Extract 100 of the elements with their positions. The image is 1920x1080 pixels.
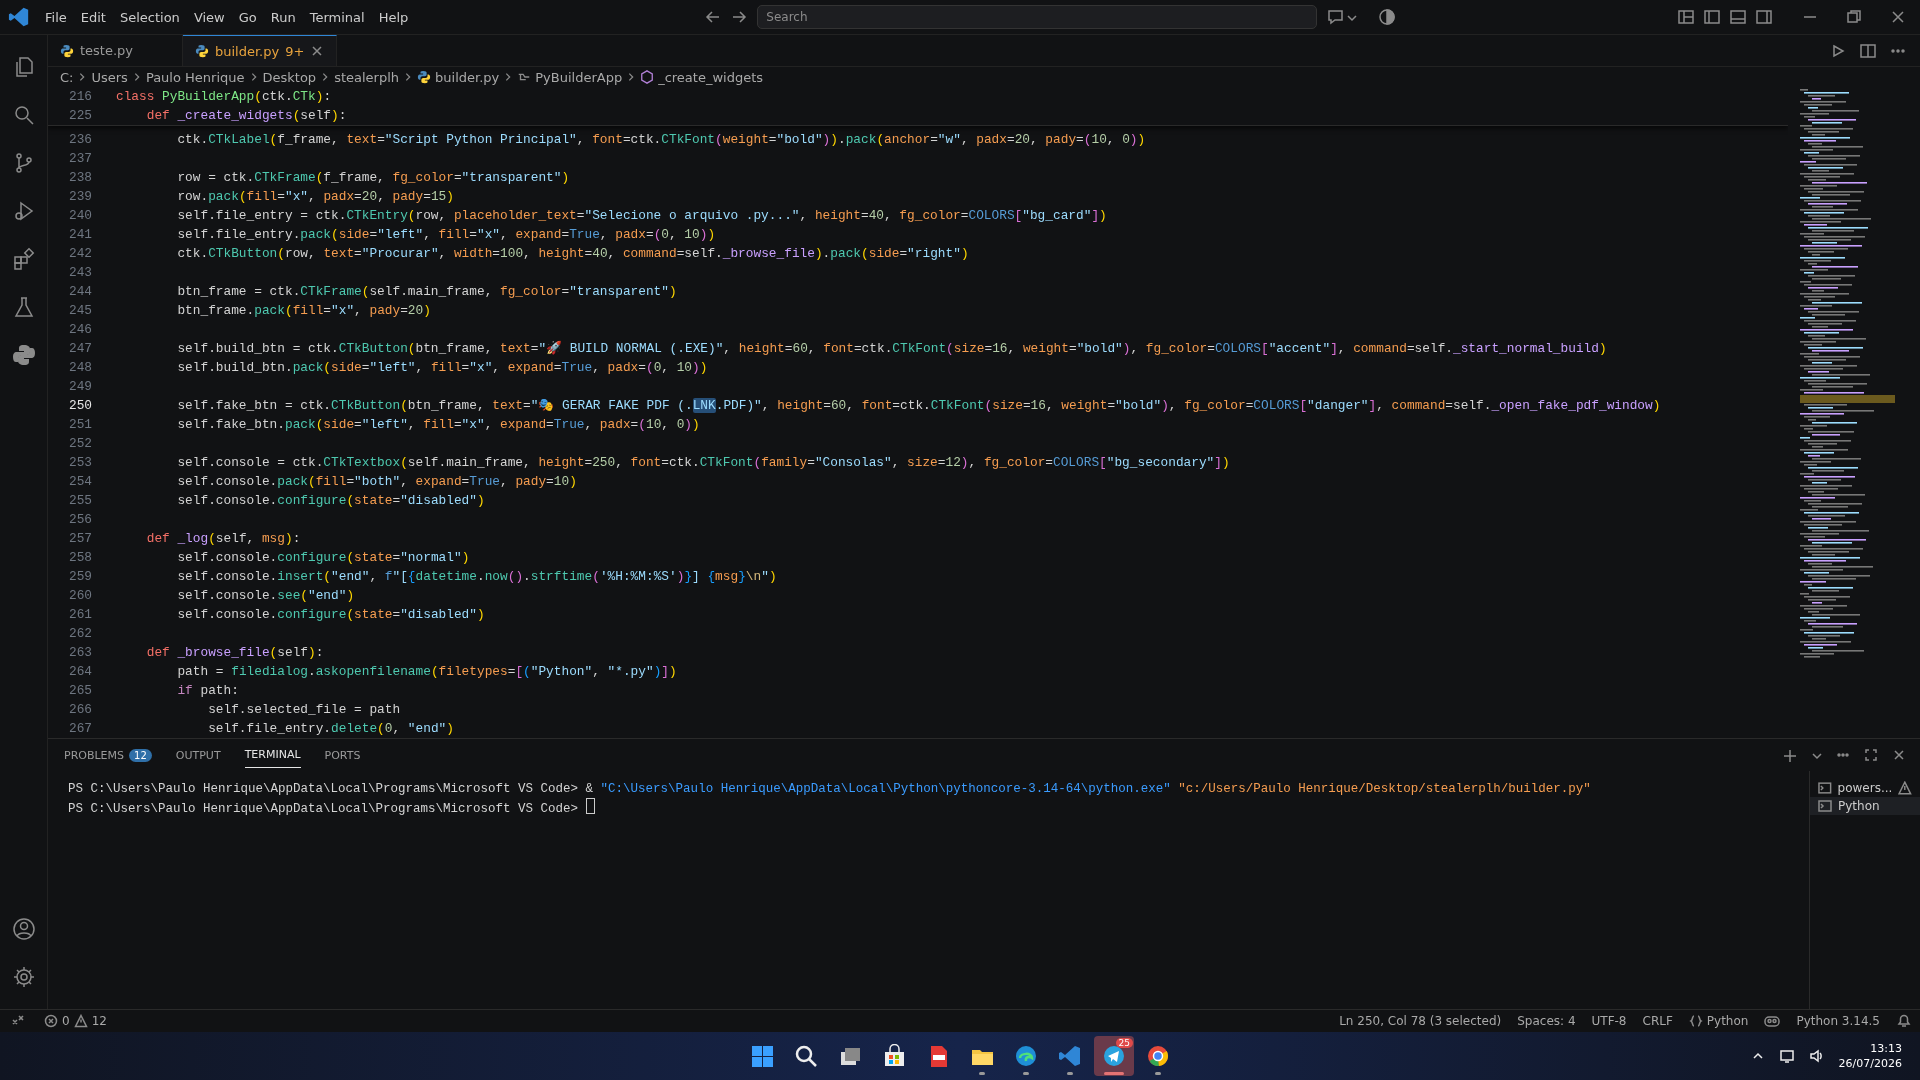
maximize-icon[interactable]: [1864, 748, 1878, 762]
breadcrumb[interactable]: PyBuilderApp: [535, 69, 623, 85]
line-number: 249: [67, 378, 93, 396]
line-number: 251: [67, 416, 93, 434]
line-ending-status[interactable]: CRLF: [1634, 1014, 1681, 1028]
account-icon[interactable]: [11, 917, 36, 941]
terminal-item[interactable]: Python: [1810, 797, 1920, 815]
code-line: class PyBuilderApp(ctk.CTk):: [116, 88, 332, 106]
clock-date[interactable]: 26/07/2026: [1838, 1056, 1902, 1071]
run-icon[interactable]: [1830, 42, 1846, 59]
code-line: self.build_btn.pack(side="left", fill="x", expand=True, padx=(0, 10)): [176, 359, 708, 377]
speaker-icon[interactable]: [1808, 1048, 1825, 1064]
code-line: self.console = ctk.CTkTextbox(self.main_frame, height=250, font=ctk.CTkFont(family="Consolas", size=12), fg_color=COLORS["bg_secondary"]): [176, 454, 1230, 472]
line-number: 261: [67, 606, 93, 624]
ring-logo-icon: [1146, 1044, 1170, 1068]
python-icon[interactable]: [11, 343, 36, 367]
panel-icon[interactable]: [1730, 9, 1746, 25]
line-number: 241: [67, 226, 93, 244]
menu-item[interactable]: File: [38, 6, 74, 28]
file-tab[interactable]: builder.py 9+: [183, 35, 338, 67]
breadcrumb[interactable]: _create_widgets: [658, 69, 764, 85]
interpreter-status[interactable]: Python 3.14.5: [1788, 1014, 1888, 1028]
code-line: ctk.CTkLabel(f_frame, text="Script Python Principal", font=ctk.CTkFont(weight="bold")).pack(anchor="w", padx=20, pady=(10, 0)): [176, 131, 1146, 149]
problem-count: 9+: [285, 43, 305, 59]
half-circle-icon[interactable]: [1379, 9, 1396, 25]
code-line: self.console.configure(state="disabled"): [176, 492, 485, 510]
breadcrumb[interactable]: C:: [60, 69, 74, 85]
code-line: def _log(self, msg):: [145, 530, 301, 548]
line-number: 245: [67, 302, 93, 320]
bell-icon[interactable]: [1896, 1013, 1912, 1029]
encoding-status[interactable]: UTF-8: [1583, 1014, 1635, 1028]
line-number: 263: [67, 644, 93, 662]
chat-icon[interactable]: [1327, 8, 1346, 26]
breadcrumb[interactable]: stealerplh: [334, 69, 400, 85]
panel-tab[interactable]: PORTS: [324, 742, 361, 768]
plus-icon[interactable]: [1782, 748, 1796, 762]
secondary-sidebar-icon[interactable]: [1756, 9, 1772, 25]
menu-item[interactable]: Terminal: [302, 6, 372, 28]
code-line: self.console.pack(fill="both", expand=True, pady=10): [176, 473, 577, 491]
line-number: 246: [67, 321, 93, 339]
breadcrumb[interactable]: Desktop: [262, 69, 317, 85]
forward-arrow-icon[interactable]: [731, 9, 748, 25]
breadcrumb[interactable]: Paulo Henrique: [145, 69, 245, 85]
error-icon: [44, 1014, 58, 1028]
menu-item[interactable]: Edit: [73, 6, 113, 28]
code-line: path = filedialog.askopenfilename(filetypes=[("Python", "*.py")]): [176, 663, 677, 681]
menu-item[interactable]: Selection: [112, 6, 187, 28]
warning-count: 12: [91, 1014, 107, 1028]
line-number: 267: [67, 720, 93, 738]
breadcrumb[interactable]: Users: [91, 69, 128, 85]
menu-item[interactable]: Go: [231, 6, 264, 28]
line-number: 254: [67, 473, 93, 491]
restore-icon[interactable]: [1846, 9, 1862, 25]
indentation-status[interactable]: Spaces: 4: [1509, 1014, 1584, 1028]
terminal-icon: [1818, 799, 1832, 813]
sidebar-icon[interactable]: [1704, 9, 1720, 25]
code-line: self.fake_btn.pack(side="left", fill="x", expand=True, padx=(10, 0)): [176, 416, 700, 434]
paper-plane-icon: [1102, 1044, 1126, 1068]
menu-item[interactable]: View: [186, 6, 232, 28]
close-icon[interactable]: [1892, 748, 1906, 762]
line-number: 248: [67, 359, 93, 377]
cursor-position[interactable]: Ln 250, Col 78 (3 selected): [1331, 1014, 1510, 1028]
warning-icon: [1898, 781, 1912, 795]
blocks-icon[interactable]: [11, 247, 36, 271]
line-number: 244: [67, 283, 93, 301]
problems-status[interactable]: 0 12: [36, 1014, 115, 1028]
line-number: 259: [67, 568, 93, 586]
network-icon[interactable]: [1778, 1048, 1795, 1064]
terminal-line: PS C:\Users\Paulo Henrique\AppData\Local\Programs\Microsoft VS Code>: [68, 802, 580, 816]
line-number: 252: [67, 435, 93, 453]
close-icon[interactable]: [1890, 9, 1906, 25]
line-number: 236: [67, 131, 93, 149]
menu-item[interactable]: Run: [263, 6, 303, 28]
terminal-line: PS C:\Users\Paulo Henrique\AppData\Local\Programs\Microsoft VS Code> & "C:\Users\Paulo Henrique\AppData\Local\Python\pythoncore-3.14-64\python.exe" "c:/Users/Paulo Henrique/Desktop/stealerplh/builder.py": [68, 782, 1591, 796]
layout-icon[interactable]: [1678, 9, 1694, 25]
language-status[interactable]: Python: [1706, 1014, 1749, 1028]
search-field[interactable]: Search: [757, 5, 1318, 29]
settings-icon[interactable]: [11, 965, 36, 989]
taskbar-button[interactable]: 25: [1094, 1036, 1134, 1076]
breadcrumb[interactable]: builder.py: [435, 69, 500, 85]
line-number: 225: [67, 107, 93, 125]
code-line: btn_frame.pack(fill="x", pady=20): [176, 302, 431, 320]
python-file-icon: [60, 43, 74, 58]
method-cube-icon: [640, 70, 655, 85]
menu-item[interactable]: Help: [371, 6, 416, 28]
line-number: 262: [67, 625, 93, 643]
code-editor-icon: [1058, 1044, 1082, 1068]
panel-tab[interactable]: PROBLEMS 12: [64, 742, 152, 768]
wave-circle-icon: [1014, 1044, 1038, 1068]
back-arrow-icon[interactable]: [705, 9, 722, 25]
panel-tab[interactable]: OUTPUT: [175, 742, 221, 768]
split-editor-icon[interactable]: [1860, 42, 1876, 59]
line-number: 264: [67, 663, 93, 681]
vscode-logo-icon: [8, 6, 30, 28]
terminal-icon: [1818, 781, 1832, 795]
copilot-icon[interactable]: [1764, 1013, 1781, 1029]
terminal-item[interactable]: powers...: [1810, 779, 1920, 797]
panel-tab[interactable]: TERMINAL: [244, 742, 301, 768]
code-line: self.file_entry.pack(side="left", fill="x", expand=True, padx=(0, 10)): [176, 226, 716, 244]
clock-time[interactable]: 13:13: [1870, 1041, 1902, 1056]
